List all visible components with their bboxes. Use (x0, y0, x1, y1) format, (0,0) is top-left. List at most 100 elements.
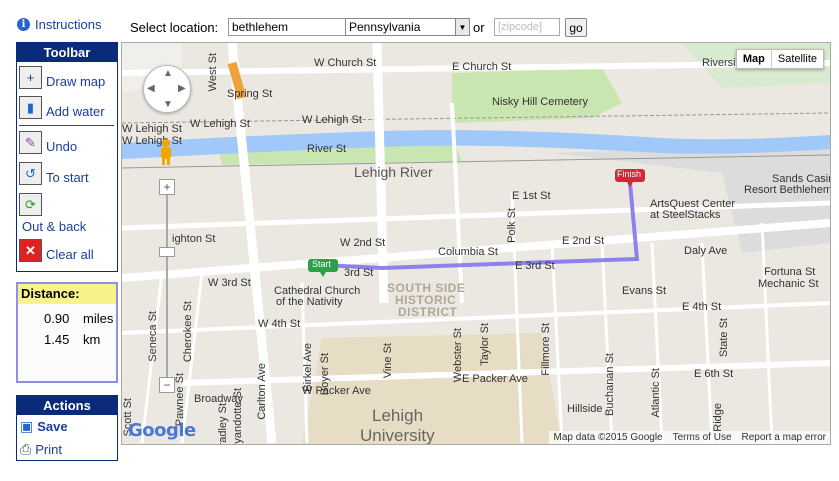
floppy-disk-icon[interactable]: ▣ (20, 418, 33, 435)
map-type-satellite-button[interactable]: Satellite (772, 50, 823, 68)
university-label: University (360, 426, 435, 445)
map-label: Hillside (567, 403, 603, 415)
to-start-label[interactable]: To start (46, 170, 89, 185)
map-label: West St (207, 53, 219, 92)
map-label: Columbia St (438, 246, 498, 258)
map-data-text: Map data ©2015 Google (553, 432, 663, 443)
map-label: W 2nd St (340, 237, 386, 249)
zipcode-input[interactable] (494, 18, 560, 36)
map-label: E 3rd St (515, 260, 555, 272)
map-label: W Packer Ave (302, 385, 371, 397)
state-select-value: Pennsylvania (349, 20, 421, 34)
water-bottle-icon[interactable]: ▮ (19, 96, 42, 119)
zoom-out-button[interactable]: − (159, 377, 175, 393)
map-label: Pawnee St (174, 373, 186, 427)
instructions-label[interactable]: Instructions (35, 17, 101, 32)
actions-title: Actions (17, 396, 117, 415)
clear-all-tool[interactable]: ✕ Clear all (19, 239, 94, 262)
printer-icon[interactable]: ⎙ (20, 441, 31, 458)
pegman-icon[interactable] (158, 138, 174, 166)
map-label: 3rd St (344, 267, 374, 279)
miles-unit: miles (83, 311, 114, 326)
pan-down-icon[interactable]: ▼ (163, 99, 173, 110)
map-label: Atlantic St (650, 368, 662, 418)
distance-title: Distance: (18, 284, 116, 304)
undo-label[interactable]: Undo (46, 139, 77, 154)
map-label: W Church St (314, 57, 377, 69)
map-label: Seneca St (147, 311, 159, 362)
pan-right-icon[interactable]: ▶ (178, 83, 186, 94)
map-label: E 4th St (682, 301, 722, 313)
draw-map-label[interactable]: Draw map (46, 74, 105, 89)
map-label: Fillmore St (540, 323, 552, 376)
map-label: State St (718, 318, 730, 358)
print-action[interactable]: ⎙ Print (20, 441, 62, 458)
clear-x-icon[interactable]: ✕ (19, 239, 42, 262)
state-select[interactable]: Pennsylvania ▼ (345, 18, 470, 36)
atlantic-street-road (700, 242, 714, 444)
actions-panel: Actions ▣ Save ⎙ Print (16, 395, 118, 461)
map-type-control: Map Satellite (735, 49, 824, 69)
map-label: W Lehigh St (122, 123, 182, 135)
river-label: Lehigh River (354, 164, 433, 180)
map-label: Bradley St (217, 403, 229, 445)
zoom-in-button[interactable]: + (159, 179, 175, 195)
report-error-link[interactable]: Report a map error (742, 432, 826, 443)
district-label: DISTRICT (398, 305, 458, 319)
miles-value: 0.90 (44, 311, 70, 326)
go-button[interactable]: go (565, 18, 587, 37)
draw-map-tool[interactable]: + Draw map (19, 66, 105, 89)
map-view[interactable]: Start Finish W Church St E Church St Spr… (121, 42, 831, 445)
out-back-label[interactable]: Out & back (22, 219, 86, 234)
map-label: W Lehigh St (190, 118, 250, 130)
state-street-road (760, 222, 774, 444)
save-label[interactable]: Save (37, 419, 67, 434)
map-type-map-button[interactable]: Map (737, 50, 772, 68)
finish-marker-label: Finish (617, 169, 642, 179)
map-label: W 4th St (258, 318, 301, 330)
map-label: Spring St (227, 88, 273, 100)
pan-left-icon[interactable]: ◀ (147, 83, 155, 94)
crosshair-icon[interactable]: + (19, 66, 42, 89)
or-label: or (473, 20, 485, 35)
pan-control[interactable]: ▲ ▼ ◀ ▶ (143, 65, 191, 113)
terms-link[interactable]: Terms of Use (673, 432, 732, 443)
map-label: E Church St (452, 61, 512, 73)
map-label: Nisky Hill Cemetery (492, 96, 588, 108)
city-input[interactable] (228, 18, 346, 36)
out-back-tool[interactable]: ⟳ Out & back (19, 193, 86, 234)
toolbar-panel: Toolbar + Draw map ▮ Add water ✎ Undo ↺ … (16, 42, 118, 272)
print-label[interactable]: Print (35, 442, 62, 457)
zoom-track[interactable] (166, 195, 168, 377)
save-action[interactable]: ▣ Save (20, 418, 68, 435)
km-unit: km (83, 332, 101, 347)
add-water-tool[interactable]: ▮ Add water (19, 96, 105, 119)
pan-up-icon[interactable]: ▲ (163, 68, 173, 79)
map-label: Ridge (712, 403, 724, 432)
km-value: 1.45 (44, 332, 70, 347)
zoom-slider-handle[interactable] (159, 247, 175, 257)
map-label: Mechanic St (758, 278, 819, 290)
map-label: E 2nd St (562, 235, 605, 247)
instructions-link[interactable]: i Instructions (17, 17, 101, 32)
loop-arrows-icon[interactable]: ⟳ (19, 193, 42, 216)
map-label: Daly Ave (684, 245, 728, 257)
toolbar-divider (19, 125, 114, 126)
select-location-label: Select location: (130, 20, 219, 35)
add-water-label[interactable]: Add water (46, 104, 105, 119)
map-label: E 6th St (694, 368, 734, 380)
undo-tool[interactable]: ✎ Undo (19, 131, 77, 154)
eraser-icon[interactable]: ✎ (19, 131, 42, 154)
map-label: E Packer Ave (462, 373, 528, 385)
to-start-tool[interactable]: ↺ To start (19, 162, 89, 185)
map-label: of the Nativity (276, 296, 343, 308)
map-label: E 1st St (512, 190, 551, 202)
map-label: Fortuna St (764, 266, 816, 278)
chevron-down-icon[interactable]: ▼ (455, 19, 469, 35)
distance-panel: Distance: 0.90 miles 1.45 km (16, 282, 118, 383)
return-arrow-icon[interactable]: ↺ (19, 162, 42, 185)
google-logo: Google (128, 420, 196, 441)
map-label: Cherokee St (182, 301, 194, 363)
clear-all-label[interactable]: Clear all (46, 247, 94, 262)
map-label: Resort Bethlehem (744, 184, 831, 196)
